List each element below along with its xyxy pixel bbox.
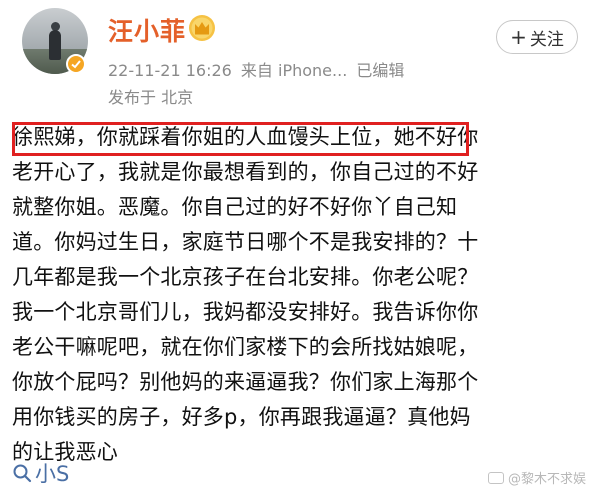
edited-label[interactable]: 已编辑 [356,61,404,80]
post-text: 徐熙娣，你就踩着你姐的人血馒头上位，她不好你 老开心了，我就是你最想看到的，你自… [12,120,588,470]
post-location: 发布于 北京 [108,88,194,107]
post-line: 我一个北京哥们儿，我妈都没安排好。我告诉你你 [12,300,479,324]
highlight-annotation-box [12,122,469,156]
post-line: 就整你姐。恶魔。你自己过的好不好你丫自己知 [12,195,458,219]
search-icon [13,464,32,483]
avatar-figure-body [49,30,61,60]
post-source: 来自 iPhone... [240,61,348,80]
post-line: 几年都是我一个北京孩子在台北安排。你老公呢？ [12,265,479,289]
post-timestamp: 22-11-21 16:26 [108,61,232,80]
post-line: 老开心了，我就是你最想看到的，你自己过的不好 [12,160,479,184]
vip-crown-icon [189,15,215,41]
post-line: 老公干嘛呢吧，就在你们家楼下的会所找姑娘呢， [12,335,479,359]
follow-button[interactable]: + 关注 [496,20,578,54]
plus-icon: + [510,25,527,49]
post-meta: 22-11-21 16:26 来自 iPhone... 已编辑 [108,57,408,81]
post-line: 你放个屁吗？别他妈的来逼逼我？你们家上海那个 [12,370,479,394]
author-name[interactable]: 汪小菲 [108,12,186,48]
follow-button-label: 关注 [529,29,564,50]
topic-link-label: 小S [35,462,70,486]
post-header: 汪小菲 22-11-21 16:26 来自 iPhone... 已编辑 发布于 … [0,0,600,118]
post-line: 道。你妈过生日，家庭节日哪个不是我安排的？十 [12,230,479,254]
watermark-logo-icon [487,471,504,484]
post-line: 用你钱买的房子，好多p，你再跟我逼逼？真他妈 [12,405,471,429]
post-line: 的让我恶心 [12,440,118,464]
watermark-text: @黎木不求娱 [507,472,586,487]
topic-link[interactable]: 小S [12,458,69,488]
verified-badge-icon [66,54,86,74]
watermark: @黎木不求娱 [487,468,586,487]
